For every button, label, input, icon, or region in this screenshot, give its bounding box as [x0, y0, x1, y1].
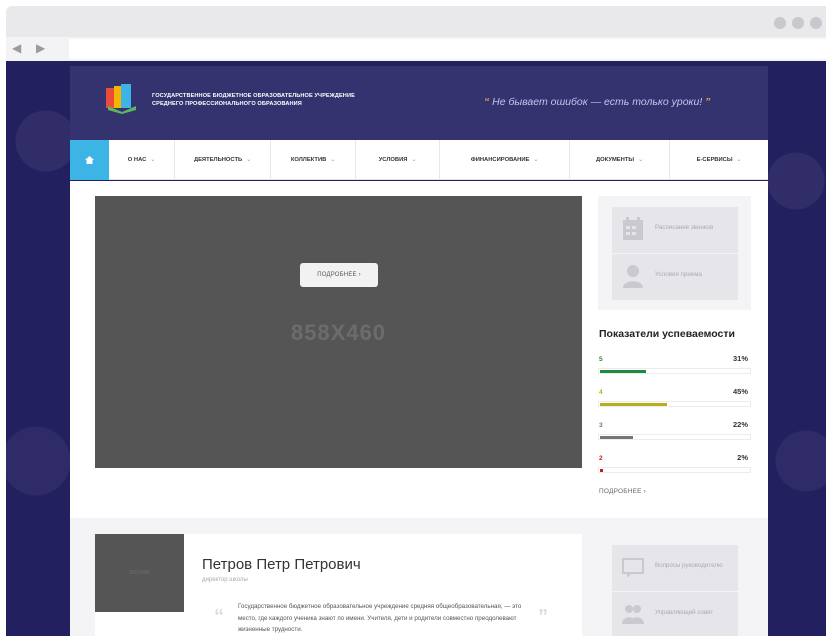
sidebar-card-label: Расписание звонков: [655, 224, 714, 231]
nav-label: КОЛЛЕКТИВ: [290, 157, 327, 163]
sidebar-quick-links: Расписание звонков Условия приема: [598, 196, 751, 310]
performance-bar: [600, 469, 603, 472]
director-card: 555X480 Петров Петр Петрович директор шк…: [95, 534, 582, 636]
performance-bar: [600, 436, 633, 439]
logo-icon[interactable]: [104, 82, 140, 114]
sidebar-contact-links: Вопросы руководителю Управляющий совет: [598, 534, 751, 636]
performance-row: 4 45%: [598, 387, 751, 419]
browser-toolbar: ◀ ▶: [6, 37, 826, 61]
chevron-down-icon: ⌄: [330, 157, 336, 163]
quote-open-icon: “: [484, 96, 490, 108]
home-icon: [85, 156, 94, 164]
performance-percent: 45%: [732, 387, 748, 396]
performance-percent: 22%: [732, 420, 748, 429]
performance-percent: 31%: [732, 354, 748, 363]
main-nav: О НАС ⌄ ДЕЯТЕЛЬНОСТЬ ⌄ КОЛЛЕКТИВ ⌄ УСЛОВИЯ ⌄…: [70, 140, 768, 180]
sidebar-card-label: Управляющий совет: [655, 609, 714, 616]
nav-item-eservices[interactable]: Е-СЕРВИСЫ ⌄: [670, 140, 768, 180]
sidebar-card-council[interactable]: Управляющий совет: [612, 592, 738, 636]
nav-label: Е-СЕРВИСЫ: [696, 157, 733, 163]
performance-row: 3 22%: [598, 420, 751, 452]
performance-row: 5 31%: [598, 354, 751, 386]
director-message: Государственное бюджетное образовательно…: [238, 603, 522, 633]
sidebar-card-label: Условия приема: [655, 271, 702, 278]
nav-label: ДОКУМЕНТЫ: [596, 157, 635, 163]
nav-label: ФИНАНСИРОВАНИЕ: [470, 157, 530, 163]
performance-more-link[interactable]: ПОДРОБНЕЕ ›: [599, 488, 646, 495]
performance-title: Показатели успеваемости: [599, 328, 735, 340]
performance-percent: 2%: [737, 453, 748, 462]
back-arrow-icon[interactable]: ◀: [12, 41, 21, 55]
performance-row: 2 2%: [598, 453, 751, 485]
performance-grade: 4: [599, 389, 603, 396]
performance-grade: 5: [599, 356, 603, 363]
chevron-down-icon: ⌄: [533, 157, 539, 163]
sidebar-card-label: Вопросы руководителю: [655, 562, 723, 569]
nav-item-activity[interactable]: ДЕЯТЕЛЬНОСТЬ ⌄: [175, 140, 271, 180]
director-photo: 555X480: [95, 534, 184, 612]
sidebar-card-schedule[interactable]: Расписание звонков: [612, 207, 738, 253]
org-name-line: ГОСУДАРСТВЕННОЕ БЮДЖЕТНОЕ ОБРАЗОВАТЕЛЬНО…: [152, 93, 355, 99]
sidebar-card-admission[interactable]: Условия приема: [612, 254, 738, 300]
nav-item-documents[interactable]: ДОКУМЕНТЫ ⌄: [570, 140, 670, 180]
nav-label: О НАС: [127, 157, 147, 163]
chevron-down-icon: ⌄: [736, 157, 742, 163]
slider-placeholder-text: 858X460: [290, 320, 387, 345]
nav-item-about[interactable]: О НАС ⌄: [109, 140, 175, 180]
director-name: Петров Петр Петрович: [202, 556, 361, 573]
chevron-down-icon: ⌄: [246, 157, 252, 163]
performance-grade: 2: [599, 455, 603, 462]
nav-item-staff[interactable]: КОЛЛЕКТИВ ⌄: [271, 140, 356, 180]
chevron-down-icon: ⌄: [411, 157, 417, 163]
nav-item-financing[interactable]: ФИНАНСИРОВАНИЕ ⌄: [440, 140, 570, 180]
motto: “ Не бывает ошибок — есть только уроки! …: [484, 96, 710, 108]
org-name-line: СРЕДНЕГО ПРОФЕССИОНАЛЬНОГО ОБРАЗОВАНИЯ: [152, 100, 302, 107]
performance-bar: [600, 403, 667, 406]
nav-home-button[interactable]: [70, 140, 109, 180]
chat-icon: [622, 558, 644, 578]
slider-more-button[interactable]: ПОДРОБНЕЕ ›: [300, 263, 378, 287]
performance-grade: 3: [599, 422, 603, 429]
sidebar-card-questions[interactable]: Вопросы руководителю: [612, 545, 738, 591]
browser-titlebar: [6, 6, 826, 40]
chevron-down-icon: ⌄: [150, 157, 156, 163]
person-icon: [623, 265, 643, 288]
performance-bar: [600, 370, 646, 373]
motto-text: Не бывает ошибок — есть только уроки!: [492, 96, 703, 108]
window-dot-icon[interactable]: [810, 17, 822, 29]
organization-name[interactable]: ГОСУДАРСТВЕННОЕ БЮДЖЕТНОЕ ОБРАЗОВАТЕЛЬНО…: [152, 93, 355, 108]
nav-item-conditions[interactable]: УСЛОВИЯ ⌄: [356, 140, 440, 180]
address-bar[interactable]: [69, 39, 826, 59]
quote-open-icon: “: [214, 606, 224, 628]
quote-close-icon: ”: [538, 606, 548, 628]
window-dot-icon[interactable]: [792, 17, 804, 29]
hero-slider[interactable]: ПОДРОБНЕЕ › 858X460: [95, 196, 582, 468]
window-controls: [774, 17, 822, 29]
director-role: директор школы: [202, 577, 248, 583]
group-icon: [622, 605, 644, 624]
nav-label: УСЛОВИЯ: [378, 157, 408, 163]
forward-arrow-icon[interactable]: ▶: [36, 41, 45, 55]
calendar-icon: [623, 217, 643, 240]
chevron-down-icon: ⌄: [638, 157, 643, 163]
performance-track: [598, 467, 751, 473]
quote-close-icon: ”: [705, 96, 711, 108]
site-header: ГОСУДАРСТВЕННОЕ БЮДЖЕТНОЕ ОБРАЗОВАТЕЛЬНО…: [70, 66, 768, 140]
nav-label: ДЕЯТЕЛЬНОСТЬ: [193, 157, 243, 163]
window-dot-icon[interactable]: [774, 17, 786, 29]
